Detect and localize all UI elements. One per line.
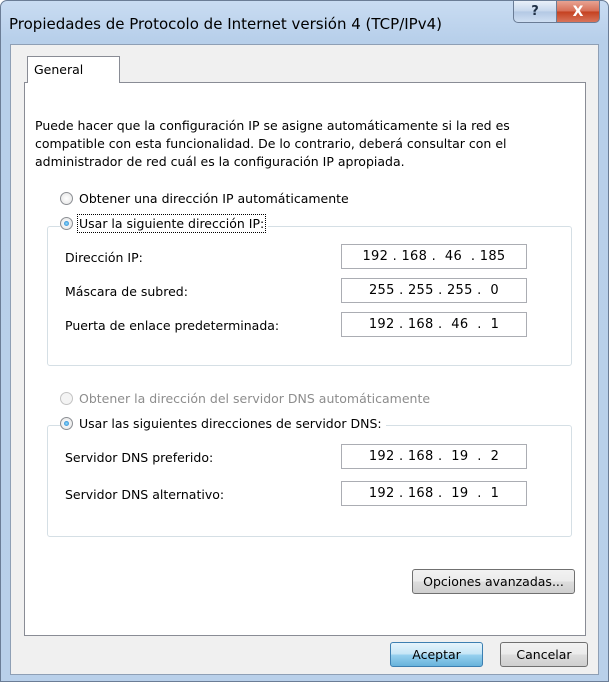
dns-manual-label: Usar las siguientes direcciones de servi… <box>79 416 382 431</box>
dns-manual-radio[interactable] <box>60 417 73 430</box>
advanced-options-button[interactable]: Opciones avanzadas... <box>412 569 575 594</box>
ip-auto-radio-row[interactable]: Obtener una dirección IP automáticamente <box>60 191 353 206</box>
gateway-label: Puerta de enlace predeterminada: <box>65 318 280 333</box>
gateway-value: 192 . 168 . 46 . 1 <box>368 317 500 332</box>
dns-manual-radio-row[interactable]: Usar las siguientes direcciones de servi… <box>60 416 386 431</box>
preferred-dns-value: 192 . 168 . 19 . 2 <box>368 449 500 464</box>
ok-button[interactable]: Aceptar <box>390 642 483 667</box>
gateway-input[interactable]: 192 . 168 . 46 . 1 <box>341 312 527 337</box>
dialog-client-area: General Puede hacer que la configuración… <box>10 44 599 675</box>
ip-auto-radio[interactable] <box>60 192 73 205</box>
ip-manual-label: Usar la siguiente dirección IP: <box>76 214 267 233</box>
close-button[interactable]: X <box>556 1 600 23</box>
window-title: Propiedades de Protocolo de Internet ver… <box>9 15 442 33</box>
ip-address-value: 192 . 168 . 46 . 185 <box>362 249 506 264</box>
tab-general-label: General <box>34 62 84 77</box>
preferred-dns-input[interactable]: 192 . 168 . 19 . 2 <box>341 444 527 469</box>
cancel-button[interactable]: Cancelar <box>500 642 588 667</box>
subnet-mask-value: 255 . 255 . 255 . 0 <box>368 283 500 298</box>
subnet-mask-label: Máscara de subred: <box>65 284 188 299</box>
ip-manual-radio[interactable] <box>60 217 73 230</box>
dns-auto-radio-row: Obtener la dirección del servidor DNS au… <box>60 391 435 406</box>
title-bar[interactable]: Propiedades de Protocolo de Internet ver… <box>1 1 608 45</box>
description-text: Puede hacer que la configuración IP se a… <box>35 118 510 169</box>
tab-general[interactable]: General <box>27 56 120 83</box>
ip-auto-label: Obtener una dirección IP automáticamente <box>79 191 349 206</box>
general-tab-panel: Puede hacer que la configuración IP se a… <box>24 82 586 636</box>
dns-auto-label: Obtener la dirección del servidor DNS au… <box>79 391 431 406</box>
close-icon: X <box>572 3 584 20</box>
alternate-dns-label: Servidor DNS alternativo: <box>65 487 225 502</box>
preferred-dns-label: Servidor DNS preferido: <box>65 450 214 465</box>
ip-address-label: Dirección IP: <box>65 250 143 265</box>
subnet-mask-input[interactable]: 255 . 255 . 255 . 0 <box>341 278 527 303</box>
alternate-dns-value: 192 . 168 . 19 . 1 <box>368 486 500 501</box>
help-button[interactable]: ? <box>513 1 557 23</box>
dns-auto-radio <box>60 392 73 405</box>
ip-manual-radio-row[interactable]: Usar la siguiente dirección IP: <box>60 214 269 233</box>
dialog-window: Propiedades de Protocolo de Internet ver… <box>0 0 609 682</box>
alternate-dns-input[interactable]: 192 . 168 . 19 . 1 <box>341 481 527 506</box>
ip-address-input[interactable]: 192 . 168 . 46 . 185 <box>341 244 527 269</box>
help-icon: ? <box>531 4 539 19</box>
